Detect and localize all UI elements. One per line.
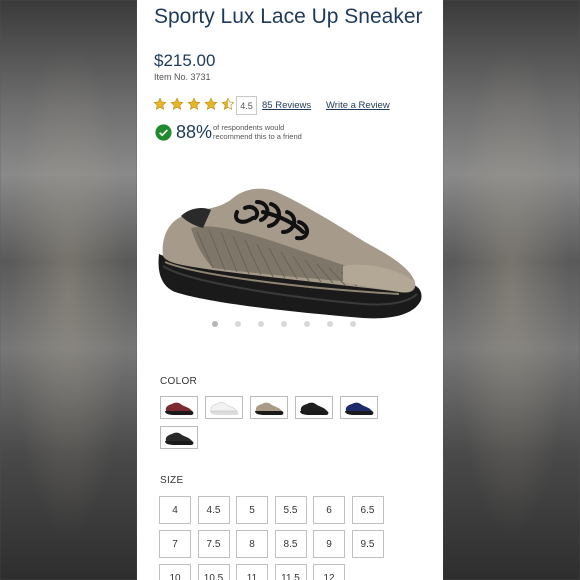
shoe-thumbnail-icon [255, 402, 284, 415]
half-star-icon [221, 97, 235, 110]
shoe-thumbnail-icon [165, 432, 194, 445]
star-icon [187, 97, 201, 110]
background-right [443, 0, 580, 580]
color-swatch-navy[interactable] [340, 396, 378, 419]
size-option[interactable]: 5.5 [274, 496, 307, 524]
carousel-dot[interactable] [281, 321, 287, 327]
size-option[interactable]: 4 [159, 496, 191, 524]
recommend-text: of respondents would recommend this to a… [213, 123, 302, 141]
size-option[interactable]: 4.5 [197, 496, 230, 524]
carousel-dot[interactable] [350, 321, 356, 327]
shoe-thumbnail-icon [210, 401, 239, 415]
color-swatch-white[interactable] [205, 396, 243, 419]
size-option[interactable]: 9.5 [351, 530, 384, 558]
carousel-dot[interactable] [327, 321, 333, 327]
product-image[interactable] [153, 182, 425, 332]
size-option[interactable]: 8 [236, 530, 268, 558]
size-option[interactable]: 6 [313, 496, 345, 524]
size-option[interactable]: 7.5 [197, 530, 230, 558]
size-option[interactable]: 6.5 [351, 496, 384, 524]
size-option[interactable]: 9 [313, 530, 345, 558]
write-review-link[interactable]: Write a Review [326, 100, 390, 111]
recommend-percent: 88% [176, 122, 213, 142]
reviews-link[interactable]: 85 Reviews [262, 100, 311, 111]
shoe-thumbnail-icon [345, 402, 374, 415]
color-swatches [160, 396, 400, 449]
product-page: Sporty Lux Lace Up Sneaker $215.00 Item … [137, 0, 443, 580]
carousel-dot[interactable] [304, 321, 310, 327]
star-icon [170, 97, 184, 110]
shoe-thumbnail-icon [300, 402, 329, 415]
size-option[interactable]: 12 [313, 564, 345, 580]
star-rating [153, 97, 235, 111]
color-swatch-black[interactable] [295, 396, 333, 419]
carousel-dots [212, 321, 356, 327]
size-option[interactable]: 7 [159, 530, 191, 558]
item-number: Item No. 3731 [154, 72, 211, 82]
background-left [0, 0, 137, 580]
product-price: $215.00 [154, 51, 216, 70]
size-option[interactable]: 11 [236, 564, 268, 580]
size-label: SIZE [160, 475, 184, 486]
size-grid: 4 4.5 5 5.5 6 6.5 7 7.5 8 8.5 9 9.5 10 10.5 11 11.5 12 [159, 496, 399, 580]
star-icon [153, 97, 167, 110]
size-option[interactable]: 5 [236, 496, 268, 524]
color-swatch-black-alt[interactable] [160, 426, 198, 449]
color-swatch-burgundy[interactable] [160, 396, 198, 419]
star-icon [204, 97, 218, 110]
color-label: COLOR [160, 376, 198, 387]
shoe-thumbnail-icon [165, 402, 194, 415]
size-option[interactable]: 8.5 [274, 530, 307, 558]
product-title: Sporty Lux Lace Up Sneaker [154, 5, 423, 28]
color-swatch-taupe[interactable] [250, 396, 288, 419]
size-option[interactable]: 10 [159, 564, 191, 580]
rating-value: 4.5 [236, 96, 257, 115]
size-option[interactable]: 10.5 [197, 564, 230, 580]
size-option[interactable]: 11.5 [274, 564, 307, 580]
carousel-dot[interactable] [258, 321, 264, 327]
carousel-dot[interactable] [235, 321, 241, 327]
carousel-dot[interactable] [212, 321, 218, 327]
check-circle-icon [155, 124, 172, 141]
